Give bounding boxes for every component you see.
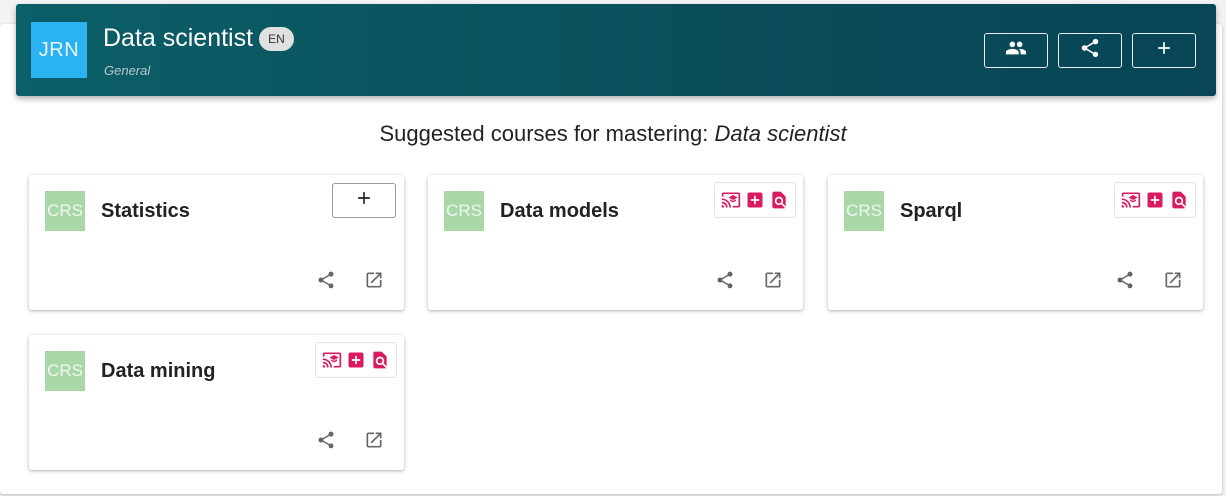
group-icon — [1005, 37, 1027, 64]
cast-for-education-icon[interactable] — [1121, 190, 1141, 210]
share-icon[interactable] — [1115, 270, 1135, 290]
journey-title: Data scientist EN — [103, 24, 294, 53]
course-avatar: CRS — [844, 191, 884, 231]
card-actions — [715, 270, 783, 290]
course-title: Sparql — [900, 200, 963, 222]
add-box-icon[interactable] — [745, 190, 765, 210]
open-in-new-icon[interactable] — [364, 430, 384, 450]
journey-header: JRN Data scientist EN General — [16, 4, 1216, 96]
open-in-new-icon[interactable] — [763, 270, 783, 290]
share-journey-button[interactable] — [1058, 33, 1122, 68]
suggested-courses-heading: Suggested courses for mastering: Data sc… — [0, 121, 1226, 147]
find-in-page-icon[interactable] — [370, 350, 390, 370]
share-icon — [1079, 37, 1101, 64]
members-button[interactable] — [984, 33, 1048, 68]
language-badge: EN — [259, 26, 294, 51]
heading-subject: Data scientist — [714, 121, 847, 146]
course-tools — [1114, 182, 1196, 218]
course-card[interactable]: CRS Data models — [428, 175, 803, 310]
find-in-page-icon[interactable] — [1169, 190, 1189, 210]
plus-icon — [354, 188, 374, 213]
open-in-new-icon[interactable] — [1163, 270, 1183, 290]
journey-avatar: JRN — [31, 22, 87, 78]
course-card[interactable]: CRS Statistics — [29, 175, 404, 310]
course-title: Data mining — [101, 360, 216, 382]
course-avatar: CRS — [45, 351, 85, 391]
cast-for-education-icon[interactable] — [322, 350, 342, 370]
cast-for-education-icon[interactable] — [721, 190, 741, 210]
share-icon[interactable] — [316, 270, 336, 290]
journey-category: General — [104, 63, 151, 78]
course-card[interactable]: CRS Data mining — [29, 335, 404, 470]
find-in-page-icon[interactable] — [769, 190, 789, 210]
course-avatar: CRS — [444, 191, 484, 231]
plus-icon — [1154, 38, 1174, 63]
journey-title-text: Data scientist — [103, 24, 254, 52]
course-avatar: CRS — [45, 191, 85, 231]
course-tools — [315, 342, 397, 378]
open-in-new-icon[interactable] — [364, 270, 384, 290]
add-box-icon[interactable] — [346, 350, 366, 370]
add-course-button[interactable] — [332, 183, 396, 218]
add-box-icon[interactable] — [1145, 190, 1165, 210]
share-icon[interactable] — [715, 270, 735, 290]
course-card[interactable]: CRS Sparql — [828, 175, 1203, 310]
card-actions — [1115, 270, 1183, 290]
heading-prefix: Suggested courses for mastering: — [379, 121, 715, 146]
course-tools — [714, 182, 796, 218]
card-actions — [316, 430, 384, 450]
course-title: Statistics — [101, 200, 190, 222]
share-icon[interactable] — [316, 430, 336, 450]
course-title: Data models — [500, 200, 619, 222]
add-journey-button[interactable] — [1132, 33, 1196, 68]
card-actions — [316, 270, 384, 290]
